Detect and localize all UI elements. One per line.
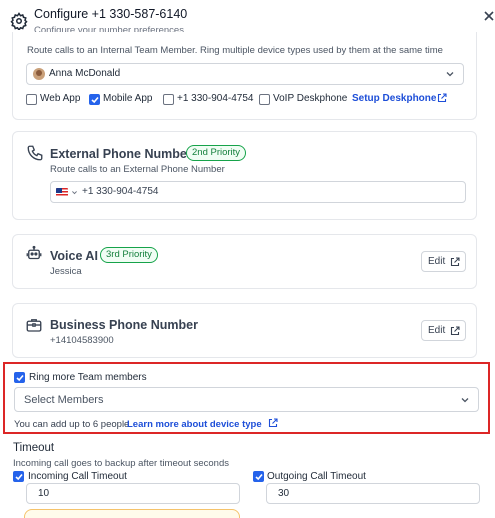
chevron-down-icon — [461, 398, 469, 403]
phone-icon — [27, 145, 43, 161]
priority-badge: 2nd Priority — [186, 145, 247, 161]
setup-deskphone-link[interactable]: Setup Deskphone — [352, 93, 436, 104]
ring-more-section: Ring more Team members Select Members Yo… — [3, 362, 490, 434]
close-icon[interactable] — [483, 10, 495, 22]
web-app-checkbox[interactable] — [26, 94, 37, 105]
warning-banner — [24, 509, 240, 518]
team-member-card: Route calls to an Internal Team Member. … — [12, 32, 477, 120]
chevron-down-icon[interactable] — [71, 189, 78, 196]
briefcase-icon — [26, 319, 42, 332]
business-phone-number: +14104583900 — [50, 335, 114, 346]
incoming-timeout-value: 10 — [38, 488, 50, 499]
external-phone-value: +1 330-904-4754 — [82, 186, 159, 197]
external-phone-description: Route calls to an External Phone Number — [50, 164, 225, 175]
outgoing-timeout-label: Outgoing Call Timeout — [267, 471, 366, 482]
voice-ai-card: Voice AI 3rd Priority Jessica Edit — [12, 234, 477, 289]
incoming-timeout-input[interactable]: 10 — [26, 483, 240, 504]
external-link-icon[interactable] — [268, 418, 278, 428]
learn-more-link[interactable]: Learn more about device type — [127, 419, 262, 430]
checkmark-icon — [91, 96, 99, 104]
outgoing-timeout-checkbox[interactable] — [253, 471, 264, 482]
voip-deskphone-checkbox[interactable] — [259, 94, 270, 105]
phone-device-checkbox[interactable] — [163, 94, 174, 105]
select-members-dropdown[interactable]: Select Members — [14, 387, 479, 412]
ring-more-checkbox[interactable] — [14, 372, 25, 383]
business-phone-title: Business Phone Number — [50, 318, 198, 332]
external-link-icon — [450, 326, 460, 336]
external-link-icon — [450, 257, 460, 267]
voice-ai-edit-button[interactable]: Edit — [421, 251, 466, 272]
external-phone-card: External Phone Number 2nd Priority Route… — [12, 131, 477, 220]
incoming-timeout-label: Incoming Call Timeout — [28, 471, 127, 482]
ring-more-helper: You can add up to 6 people. — [14, 419, 132, 430]
timeout-description: Incoming call goes to backup after timeo… — [13, 458, 229, 469]
external-link-icon[interactable] — [437, 93, 447, 103]
external-phone-input[interactable]: +1 330-904-4754 — [50, 181, 466, 203]
mobile-app-label: Mobile App — [103, 93, 153, 104]
outgoing-timeout-value: 30 — [278, 488, 290, 499]
avatar — [33, 68, 45, 80]
checkmark-icon — [255, 473, 263, 481]
outgoing-timeout-input[interactable]: 30 — [266, 483, 480, 504]
selected-member: Anna McDonald — [49, 68, 121, 79]
priority-badge: 3rd Priority — [100, 247, 158, 263]
configure-number-panel: Configure +1 330-587-6140 Configure your… — [0, 0, 495, 518]
incoming-timeout-checkbox[interactable] — [13, 471, 24, 482]
chevron-down-icon — [446, 72, 454, 77]
panel-title: Configure +1 330-587-6140 — [34, 7, 188, 21]
edit-label: Edit — [428, 256, 446, 267]
mobile-app-checkbox[interactable] — [89, 94, 100, 105]
voice-ai-title: Voice AI — [50, 249, 98, 263]
external-phone-title: External Phone Number — [50, 147, 192, 161]
edit-label: Edit — [428, 325, 446, 336]
web-app-label: Web App — [40, 93, 81, 104]
checkmark-icon — [16, 374, 24, 382]
team-member-select[interactable]: Anna McDonald — [26, 63, 464, 85]
timeout-title: Timeout — [13, 442, 55, 454]
voice-ai-subtitle: Jessica — [50, 266, 82, 277]
business-phone-edit-button[interactable]: Edit — [421, 320, 466, 341]
phone-device-label: +1 330-904-4754 — [177, 93, 254, 104]
us-flag-icon[interactable] — [56, 188, 68, 197]
gear-icon — [10, 12, 28, 30]
robot-icon — [26, 245, 42, 260]
checkmark-icon — [15, 473, 23, 481]
ring-more-label: Ring more Team members — [29, 372, 147, 383]
business-phone-card: Business Phone Number +14104583900 Edit — [12, 303, 477, 358]
team-member-description: Route calls to an Internal Team Member. … — [27, 45, 443, 56]
select-members-placeholder: Select Members — [24, 394, 104, 406]
voip-deskphone-label: VoIP Deskphone — [273, 93, 348, 104]
